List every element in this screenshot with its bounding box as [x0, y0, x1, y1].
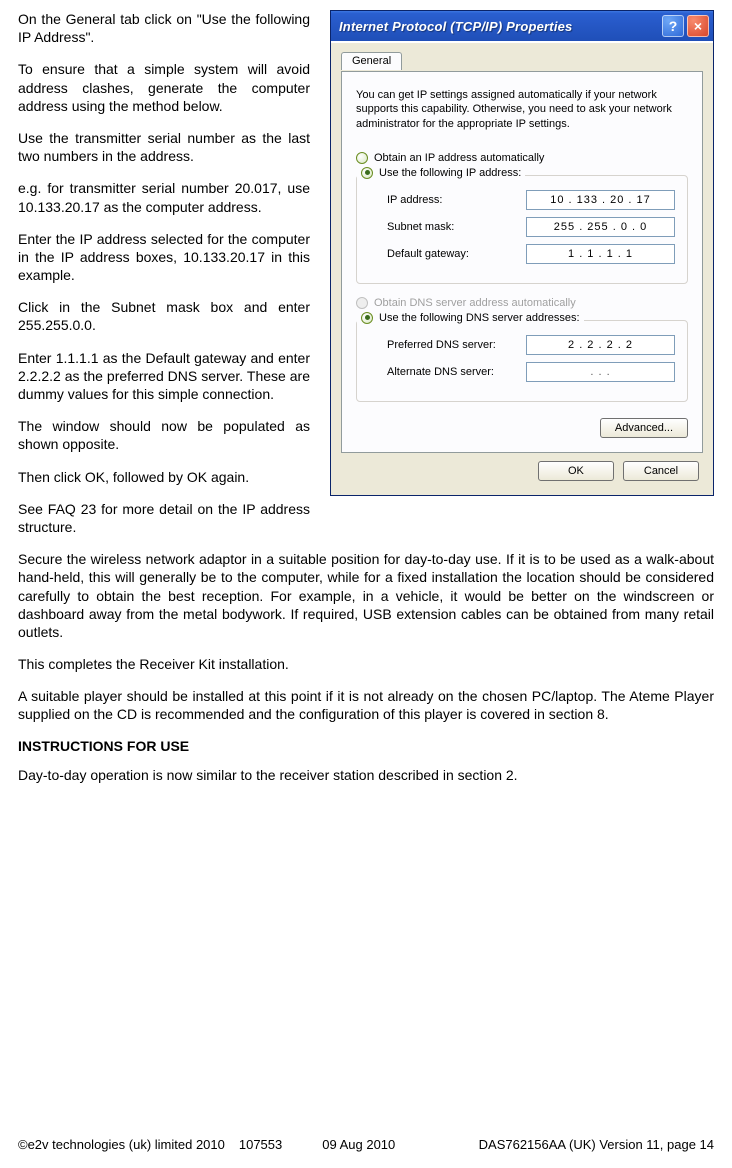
radio-icon	[356, 152, 368, 164]
ip-address-label: IP address:	[387, 194, 526, 206]
footer-pageid: DAS762156AA (UK) Version 11, page 14	[455, 1137, 714, 1152]
instruction-paragraph: Click in the Subnet mask box and enter 2…	[18, 298, 310, 334]
instruction-paragraph: On the General tab click on "Use the fol…	[18, 10, 310, 46]
cancel-button[interactable]: Cancel	[623, 461, 699, 481]
instruction-left-column: On the General tab click on "Use the fol…	[18, 10, 310, 550]
dialog-title: Internet Protocol (TCP/IP) Properties	[339, 19, 659, 34]
instruction-paragraph: Then click OK, followed by OK again.	[18, 468, 310, 486]
field-preferred-dns: Preferred DNS server: 2 . 2 . 2 . 2	[369, 335, 675, 355]
radio-use-following-ip[interactable]: Use the following IP address:	[357, 164, 525, 182]
field-alternate-dns: Alternate DNS server: . . .	[369, 362, 675, 382]
radio-use-following-dns[interactable]: Use the following DNS server addresses:	[357, 309, 584, 327]
ok-button[interactable]: OK	[538, 461, 614, 481]
tab-general[interactable]: General	[341, 52, 402, 70]
advanced-row: Advanced...	[356, 412, 688, 438]
alternate-dns-input[interactable]: . . .	[526, 362, 675, 382]
intro-text: You can get IP settings assigned automat…	[356, 88, 688, 131]
preferred-dns-label: Preferred DNS server:	[387, 339, 526, 351]
tcpip-dialog-screenshot: Internet Protocol (TCP/IP) Properties ? …	[330, 10, 714, 496]
instruction-paragraph: e.g. for transmitter serial number 20.01…	[18, 179, 310, 215]
instruction-paragraph: Enter the IP address selected for the co…	[18, 230, 310, 285]
footer-copyright: ©e2v technologies (uk) limited 2010	[18, 1137, 239, 1152]
radio-label: Obtain an IP address automatically	[374, 152, 544, 164]
full-width-paragraph: This completes the Receiver Kit installa…	[18, 655, 714, 673]
subnet-mask-input[interactable]: 255 . 255 . 0 . 0	[526, 217, 675, 237]
dialog-button-row: OK Cancel	[341, 453, 703, 485]
radio-label: Use the following IP address:	[379, 167, 521, 179]
section-heading: INSTRUCTIONS FOR USE	[18, 738, 714, 754]
full-width-paragraph: A suitable player should be installed at…	[18, 687, 714, 723]
instruction-paragraph: See FAQ 23 for more detail on the IP add…	[18, 500, 310, 536]
radio-icon	[356, 297, 368, 309]
instruction-paragraph: To ensure that a simple system will avoi…	[18, 60, 310, 115]
alternate-dns-label: Alternate DNS server:	[387, 366, 526, 378]
ip-address-input[interactable]: 10 . 133 . 20 . 17	[526, 190, 675, 210]
tab-strip: General	[341, 51, 703, 71]
field-ip-address: IP address: 10 . 133 . 20 . 17	[369, 190, 675, 210]
full-width-paragraph: Secure the wireless network adaptor in a…	[18, 550, 714, 641]
page-footer: ©e2v technologies (uk) limited 2010 1075…	[18, 1137, 714, 1152]
radio-icon	[361, 167, 373, 179]
tcpip-properties-dialog: Internet Protocol (TCP/IP) Properties ? …	[330, 10, 714, 496]
default-gateway-label: Default gateway:	[387, 248, 526, 260]
dns-server-group: Use the following DNS server addresses: …	[356, 320, 688, 402]
tab-panel-general: You can get IP settings assigned automat…	[341, 71, 703, 453]
ip-address-group: Use the following IP address: IP address…	[356, 175, 688, 284]
subnet-mask-label: Subnet mask:	[387, 221, 526, 233]
field-subnet-mask: Subnet mask: 255 . 255 . 0 . 0	[369, 217, 675, 237]
advanced-button[interactable]: Advanced...	[600, 418, 688, 438]
default-gateway-input[interactable]: 1 . 1 . 1 . 1	[526, 244, 675, 264]
instruction-paragraph: Enter 1.1.1.1 as the Default gateway and…	[18, 349, 310, 404]
preferred-dns-input[interactable]: 2 . 2 . 2 . 2	[526, 335, 675, 355]
radio-label: Obtain DNS server address automatically	[374, 297, 576, 309]
help-button[interactable]: ?	[662, 15, 684, 37]
radio-icon	[361, 312, 373, 324]
close-button[interactable]: ×	[687, 15, 709, 37]
footer-date: 09 Aug 2010	[322, 1137, 455, 1152]
instruction-paragraph: Use the transmitter serial number as the…	[18, 129, 310, 165]
footer-docnum: 107553	[239, 1137, 322, 1152]
radio-label: Use the following DNS server addresses:	[379, 312, 580, 324]
titlebar: Internet Protocol (TCP/IP) Properties ? …	[331, 11, 713, 41]
field-default-gateway: Default gateway: 1 . 1 . 1 . 1	[369, 244, 675, 264]
dialog-body: General You can get IP settings assigned…	[331, 41, 713, 495]
full-width-paragraph: Day-to-day operation is now similar to t…	[18, 766, 714, 784]
instruction-paragraph: The window should now be populated as sh…	[18, 417, 310, 453]
